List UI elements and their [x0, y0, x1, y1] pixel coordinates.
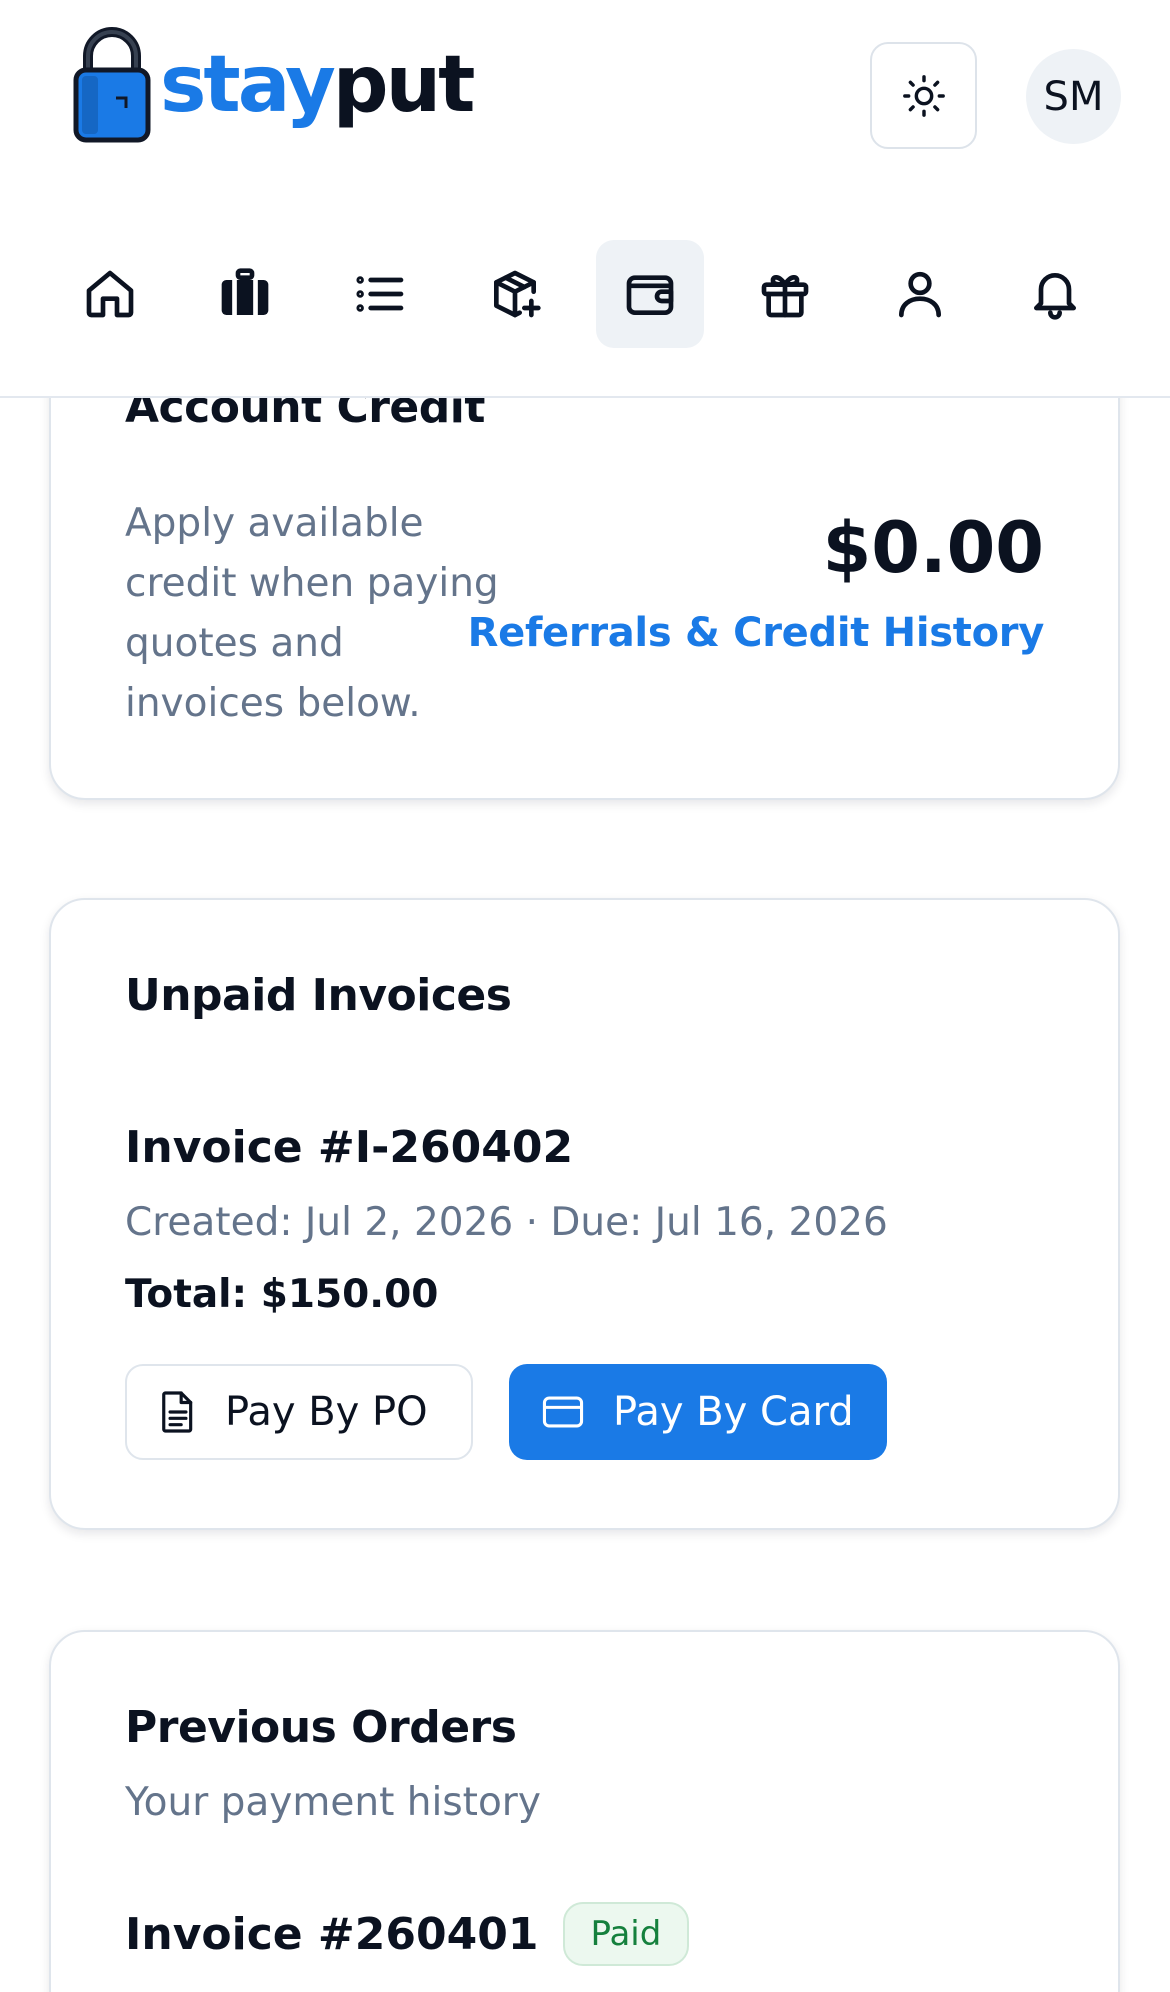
gift-icon [761, 275, 809, 318]
nav-billing[interactable] [596, 240, 704, 348]
nav-order-supplies[interactable] [461, 240, 569, 348]
referrals-credit-history-link[interactable]: Referrals & Credit History [468, 610, 1045, 656]
sun-icon [902, 74, 945, 117]
invoice-number: Invoice #I-260402 [125, 1122, 574, 1173]
previous-invoice-number: Invoice #260401 [125, 1908, 539, 1960]
theme-toggle-button[interactable] [870, 42, 977, 149]
home-icon [86, 270, 134, 318]
invoice-dates: Created: Jul 2, 2026 · Due: Jul 16, 2026 [125, 1200, 888, 1245]
pay-by-card-label: Pay By Card [613, 1389, 854, 1435]
list-icon [356, 276, 404, 312]
luggage-icon [221, 268, 269, 315]
document-icon [159, 1389, 197, 1435]
nav-referrals[interactable] [731, 240, 839, 348]
nav-list[interactable] [326, 240, 434, 348]
previous-orders-subtitle: Your payment history [125, 1780, 541, 1825]
unpaid-invoices-card: Unpaid Invoices Invoice #I-260402 Create… [49, 898, 1120, 1530]
pay-by-po-button[interactable]: Pay By PO [125, 1364, 473, 1460]
wallet-icon [626, 275, 674, 315]
account-credit-description: Apply available credit when paying quote… [125, 501, 499, 726]
credit-card-icon [541, 1395, 585, 1429]
brand-wordmark: stayput [160, 40, 475, 130]
nav-profile[interactable] [866, 240, 974, 348]
pay-by-card-button[interactable]: Pay By Card [509, 1364, 887, 1460]
credit-amount: $0.00 [822, 507, 1044, 589]
nav-home[interactable] [56, 240, 164, 348]
previous-orders-card: Previous Orders Your payment history Inv… [49, 1630, 1120, 1992]
app-header: stayput SM [0, 0, 1170, 398]
invoice-total: Total: $150.00 [125, 1272, 439, 1317]
previous-orders-title: Previous Orders [125, 1702, 517, 1753]
status-badge: Paid [562, 1902, 690, 1966]
box-plus-icon [494, 270, 541, 318]
padlock-icon [73, 27, 151, 143]
unpaid-invoices-title: Unpaid Invoices [125, 970, 512, 1021]
nav-storage[interactable] [191, 240, 299, 348]
account-credit-card: Account Credit Apply available credit wh… [49, 340, 1120, 800]
nav-notifications[interactable] [1001, 240, 1109, 348]
bell-icon [1034, 273, 1076, 320]
pay-by-po-label: Pay By PO [225, 1389, 428, 1435]
user-icon [899, 271, 941, 318]
stayput-logo[interactable]: stayput [72, 26, 475, 144]
previous-order-row[interactable]: Invoice #260401 Paid [125, 1902, 690, 1966]
main-nav [56, 240, 1114, 348]
avatar[interactable]: SM [1026, 49, 1121, 144]
